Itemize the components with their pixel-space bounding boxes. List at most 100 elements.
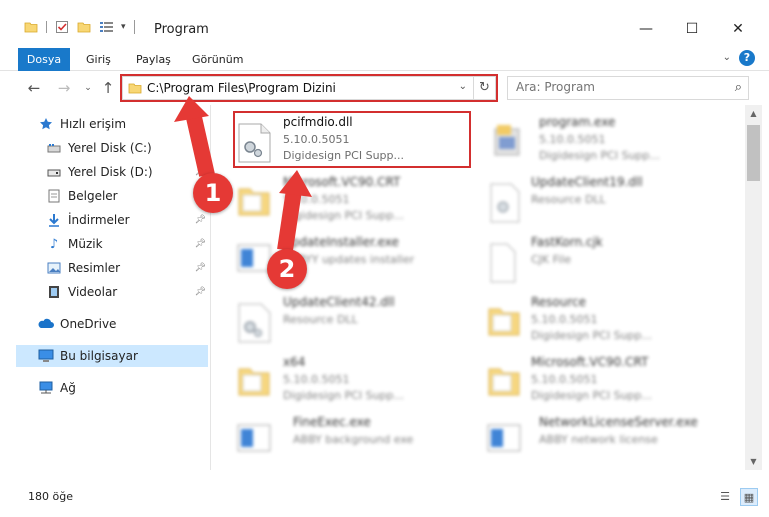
exe-icon [491,123,529,163]
ribbon-tabs: Dosya Giriş Paylaş Görünüm ⌄ ? [0,44,769,71]
documents-icon [46,189,62,203]
title-bar: ▾ Program — ☐ ✕ [0,0,769,44]
quick-access-toolbar: ▾ [24,20,135,34]
pin-icon[interactable]: 📌︎ [195,239,206,249]
search-input[interactable] [516,80,716,94]
file-name: UpdateInstaller.exe [283,235,399,249]
pictures-icon [46,261,62,275]
tab-view[interactable]: Görünüm [184,48,251,71]
sidebar-item-onedrive[interactable]: OneDrive [0,313,210,335]
help-button[interactable]: ? [739,50,755,66]
file-name: Microsoft.VC90.CRT [531,355,649,369]
file-item-program-exe[interactable]: program.exe 5.10.0.5051 Digidesign PCI S… [487,109,727,167]
file-name: x64 [283,355,306,369]
pin-icon[interactable]: 📌︎ [195,263,206,273]
file-description: Digidesign PCI Supp... [539,149,661,162]
sidebar-item-quick-access[interactable]: Hızlı erişim [0,113,210,135]
sidebar-item-label: Müzik [68,237,103,251]
navigation-pane: Hızlı erişim Yerel Disk (C:) 📌︎ Yerel Di… [0,105,210,470]
file-item-networklicenseserver[interactable]: NetworkLicenseServer.exe ABBY network li… [487,409,727,467]
tab-home[interactable]: Giriş [78,48,119,71]
file-name: UpdateClient42.dll [283,295,395,309]
file-highlight-box [233,111,471,168]
file-item-updateclient19[interactable]: UpdateClient19.dll Resource DLL [487,169,727,227]
sidebar-item-label: OneDrive [60,317,117,331]
scroll-thumb[interactable] [747,125,760,181]
download-icon [46,213,62,227]
file-name: FastKorn.cjk [531,235,603,249]
music-icon: ♪ [49,236,59,252]
search-box[interactable]: ⌕ [507,76,749,100]
file-version: 5.10.0.5051 [531,373,598,386]
pin-icon[interactable]: 📌︎ [195,287,206,297]
dll-gear-icon [237,303,275,343]
dropdown-arrow-icon[interactable]: ▾ [121,22,126,32]
file-name: UpdateClient19.dll [531,175,643,189]
file-description: ABBY network license [539,433,658,446]
forward-arrow-icon[interactable]: → [54,77,74,99]
pin-icon[interactable]: 📌︎ [195,215,206,225]
folder-icon [487,303,525,343]
sidebar-item-videos[interactable]: Videolar 📌︎ [0,281,210,303]
sidebar-item-label: Videolar [68,285,118,299]
file-item-x64[interactable]: x64 5.10.0.5051 Digidesign PCI Supp... [237,349,477,407]
file-item-vc90-crt[interactable]: Microsoft.VC90.CRT 5.10.0.5051 Digidesig… [237,169,477,227]
computer-icon [38,349,54,363]
sidebar-item-label: Resimler [68,261,121,275]
file-item-vc90-crt-2[interactable]: Microsoft.VC90.CRT 5.10.0.5051 Digidesig… [487,349,727,407]
sidebar-item-downloads[interactable]: İndirmeler 📌︎ [0,209,210,231]
sidebar-item-local-disk-d[interactable]: Yerel Disk (D:) 📌︎ [0,161,210,183]
minimize-button[interactable]: — [623,14,669,44]
sidebar-item-local-disk-c[interactable]: Yerel Disk (C:) 📌︎ [0,137,210,159]
file-item-fastkorn[interactable]: FastKorn.cjk CJK File [487,229,727,287]
vertical-scrollbar[interactable]: ▲ ▼ [745,105,762,470]
sidebar-item-label: Yerel Disk (C:) [68,141,152,155]
file-icon [487,243,525,283]
sidebar-item-this-pc[interactable]: Bu bilgisayar [16,345,208,367]
up-arrow-icon[interactable]: ↑ [98,77,118,99]
file-version: 5.10.0.5051 [283,193,350,206]
file-description: Resource DLL [531,193,606,206]
details-view-icon[interactable]: ☰ [716,488,734,506]
file-name: Microsoft.VC90.CRT [283,175,401,189]
scroll-up-icon[interactable]: ▲ [745,105,762,122]
pin-icon[interactable]: 📌︎ [195,143,206,153]
app-window-icon [487,423,525,463]
file-description: Digidesign PCI Supp... [531,329,653,342]
large-icons-view-icon[interactable]: ▦ [740,488,758,506]
file-item-fineexec[interactable]: FineExec.exe ABBY background exe [237,409,477,467]
sidebar-item-music[interactable]: ♪ Müzik 📌︎ [0,233,210,255]
tab-file[interactable]: Dosya [18,48,70,71]
scroll-down-icon[interactable]: ▼ [745,453,762,470]
file-description: Digidesign PCI Supp... [283,209,405,222]
sidebar-item-pictures[interactable]: Resimler 📌︎ [0,257,210,279]
folder-icon [237,183,275,223]
checklist-icon[interactable] [99,20,115,34]
back-arrow-icon[interactable]: ← [24,77,44,99]
search-icon: ⌕ [734,80,742,95]
tab-share[interactable]: Paylaş [128,48,179,71]
status-bar: 180 öğe ☰ ▦ [0,482,769,517]
star-icon [38,117,54,131]
sidebar-item-network[interactable]: Ağ [0,377,210,399]
folder-icon[interactable] [24,20,38,34]
close-button[interactable]: ✕ [715,14,761,44]
sidebar-item-label: Yerel Disk (D:) [68,165,153,179]
recent-locations-icon[interactable]: ⌄ [78,77,98,99]
properties-icon[interactable] [55,20,69,34]
file-description: Digidesign PCI Supp... [531,389,653,402]
file-item-resource[interactable]: Resource 5.10.0.5051 Digidesign PCI Supp… [487,289,727,347]
expand-ribbon-icon[interactable]: ⌄ [723,52,731,63]
new-folder-icon[interactable] [77,20,91,34]
file-item-updateclient42[interactable]: UpdateClient42.dll Resource DLL [237,289,477,347]
file-name: program.exe [539,115,616,129]
file-name: NetworkLicenseServer.exe [539,415,698,429]
sidebar-item-documents[interactable]: Belgeler 📌︎ [0,185,210,207]
file-version: 5.10.0.5051 [283,373,350,386]
toolbar-separator [133,20,135,34]
maximize-button[interactable]: ☐ [669,14,715,44]
file-name: Resource [531,295,587,309]
drive-icon [46,141,62,155]
address-highlight-box [120,74,498,102]
toolbar-separator [46,21,47,33]
